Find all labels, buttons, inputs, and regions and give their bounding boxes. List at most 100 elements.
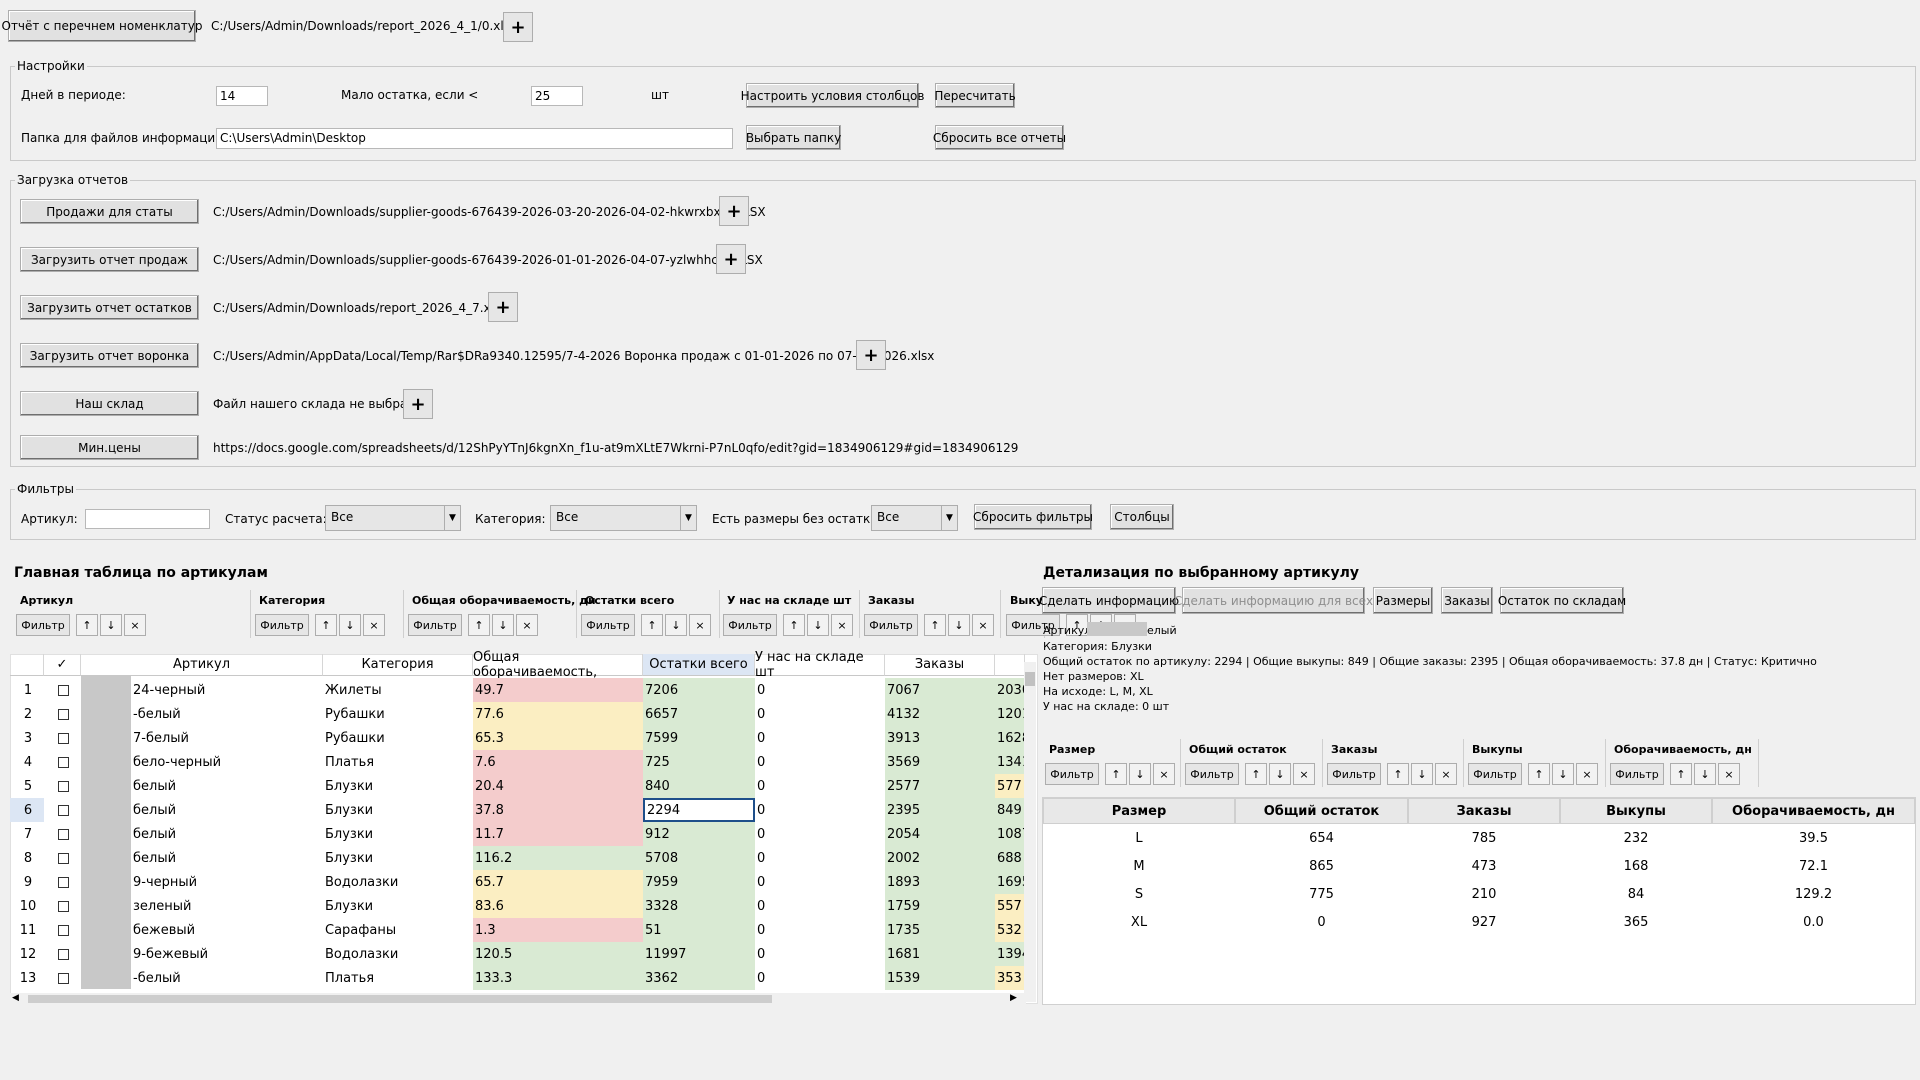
turnover-cell[interactable]: 65.3 [473,726,643,750]
sort-up-icon[interactable]: ↑ [76,614,98,636]
detail-size-cell[interactable]: XL [1043,908,1235,936]
article-cell[interactable]: бежевый [131,918,321,942]
upload-funnel-report-button[interactable]: Загрузить отчет воронка [20,343,199,368]
total-stock-cell[interactable]: 3362 [643,966,755,990]
detail-buyouts-cell[interactable]: 232 [1560,824,1712,852]
add-sales-stats-button[interactable]: + [719,196,749,226]
turnover-cell[interactable]: 116.2 [473,846,643,870]
buyouts-cell[interactable]: 1087 [995,822,1024,846]
article-cell[interactable]: зеленый [131,894,321,918]
turnover-cell[interactable]: 133.3 [473,966,643,990]
horizontal-scrollbar[interactable]: ◀ ▶ [10,993,1026,1005]
our-stock-cell[interactable]: 0 [755,894,885,918]
turnover-cell[interactable]: 120.5 [473,942,643,966]
column-header-our-stock[interactable]: У нас на складе шт [755,650,885,680]
article-cell[interactable]: бело-черный [131,750,321,774]
table-row[interactable]: 8 белый Блузки 116.2 5708 0 2002 688 [10,846,1030,870]
table-row[interactable]: 9 9-черныйВодолазки65.77959018931695 [10,870,1030,894]
our-stock-cell[interactable]: 0 [755,726,885,750]
turnover-cell[interactable]: 20.4 [473,774,643,798]
add-stock-report-button[interactable]: + [488,292,518,322]
reset-reports-button[interactable]: Сбросить все отчеты [933,125,1066,150]
article-cell[interactable]: белый [131,774,321,798]
column-header-total-stock[interactable]: Остатки всего [643,654,755,676]
total-stock-cell[interactable]: 840 [643,774,755,798]
category-cell[interactable]: Блузки [323,822,473,846]
column-header-orders[interactable]: Заказы [885,654,995,676]
row-checkbox[interactable] [44,702,81,726]
our-stock-cell[interactable]: 0 [755,774,885,798]
detail-orders-cell[interactable]: 785 [1408,824,1560,852]
sort-up-icon[interactable]: ↑ [468,614,490,636]
table-row[interactable]: 11 бежевый Сарафаны 1.3 51 0 1735 532 [10,918,1030,942]
detail-turnover-cell[interactable]: 0.0 [1712,908,1915,936]
sort-down-icon[interactable]: ↓ [665,614,687,636]
filter-button[interactable]: Фильтр [581,614,635,636]
turnover-cell[interactable]: 49.7 [473,678,643,702]
table-row[interactable]: 5 белый Блузки 20.4 840 0 2577 577 [10,774,1030,798]
our-stock-cell[interactable]: 0 [755,918,885,942]
orders-cell[interactable]: 2395 [885,798,995,822]
orders-cell[interactable]: 4132 [885,702,995,726]
detail-size-cell[interactable]: M [1043,852,1235,880]
article-cell[interactable]: 9-бежевый [131,942,321,966]
buyouts-cell[interactable]: 1394 [995,942,1024,966]
turnover-cell[interactable]: 7.6 [473,750,643,774]
our-stock-cell[interactable]: 0 [755,702,885,726]
buyouts-cell[interactable]: 688 [995,846,1024,870]
detail-orders-cell[interactable]: 473 [1408,852,1560,880]
article-cell[interactable]: белый [131,846,321,870]
total-stock-cell[interactable]: 2294 [643,798,755,822]
add-funnel-report-button[interactable]: + [856,340,886,370]
folder-input[interactable]: C:\Users\Admin\Desktop [216,128,733,149]
our-stock-cell[interactable]: 0 [755,870,885,894]
upload-sales-report-button[interactable]: Загрузить отчет продаж [20,247,199,272]
article-cell[interactable]: 9-черный [131,870,321,894]
clear-icon[interactable]: × [516,614,538,636]
sizes-button[interactable]: Размеры [1373,587,1433,614]
article-cell[interactable]: -белый [131,966,321,990]
sort-down-icon[interactable]: ↓ [339,614,361,636]
filter-button[interactable]: Фильтр [1468,763,1522,785]
row-checkbox[interactable] [44,774,81,798]
total-stock-cell[interactable]: 11997 [643,942,755,966]
total-stock-cell[interactable]: 5708 [643,846,755,870]
turnover-cell[interactable]: 83.6 [473,894,643,918]
days-input[interactable]: 14 [216,86,268,106]
clear-icon[interactable]: × [689,614,711,636]
filter-button[interactable]: Фильтр [723,614,777,636]
total-stock-cell[interactable]: 3328 [643,894,755,918]
sizes-filter-select[interactable]: Все ▼ [871,505,958,531]
orders-cell[interactable]: 2054 [885,822,995,846]
columns-button[interactable]: Столбцы [1110,504,1174,530]
category-cell[interactable]: Рубашки [323,726,473,750]
clear-icon[interactable]: × [1576,763,1598,785]
row-checkbox[interactable] [44,870,81,894]
column-header-article[interactable]: Артикул [81,654,323,676]
total-stock-cell[interactable]: 7599 [643,726,755,750]
add-sales-report-button[interactable]: + [716,244,746,274]
row-checkbox[interactable] [44,726,81,750]
filter-button[interactable]: Фильтр [864,614,918,636]
detail-header-total-stock[interactable]: Общий остаток [1235,798,1408,824]
column-header-category[interactable]: Категория [323,654,473,676]
detail-buyouts-cell[interactable]: 168 [1560,852,1712,880]
row-checkbox[interactable] [44,846,81,870]
status-filter-select[interactable]: Все ▼ [325,505,461,531]
vertical-scrollbar[interactable] [1024,662,1036,1002]
our-stock-cell[interactable]: 0 [755,822,885,846]
configure-columns-button[interactable]: Настроить условия столбцов [741,83,924,108]
our-stock-cell[interactable]: 0 [755,750,885,774]
reset-filters-button[interactable]: Сбросить фильтры [973,504,1093,530]
buyouts-cell[interactable]: 577 [995,774,1024,798]
sort-up-icon[interactable]: ↑ [924,614,946,636]
total-stock-cell[interactable]: 725 [643,750,755,774]
sort-up-icon[interactable]: ↑ [1387,763,1409,785]
article-cell[interactable]: -белый [131,702,321,726]
table-row[interactable]: 10 зеленый Блузки 83.6 3328 0 1759 557 [10,894,1030,918]
scroll-left-icon[interactable]: ◀ [12,993,19,1003]
row-checkbox[interactable] [44,942,81,966]
sort-up-icon[interactable]: ↑ [641,614,663,636]
table-row[interactable]: 1 24-черныйЖилеты49.77206070672030 [10,678,1030,702]
clear-icon[interactable]: × [1153,763,1175,785]
